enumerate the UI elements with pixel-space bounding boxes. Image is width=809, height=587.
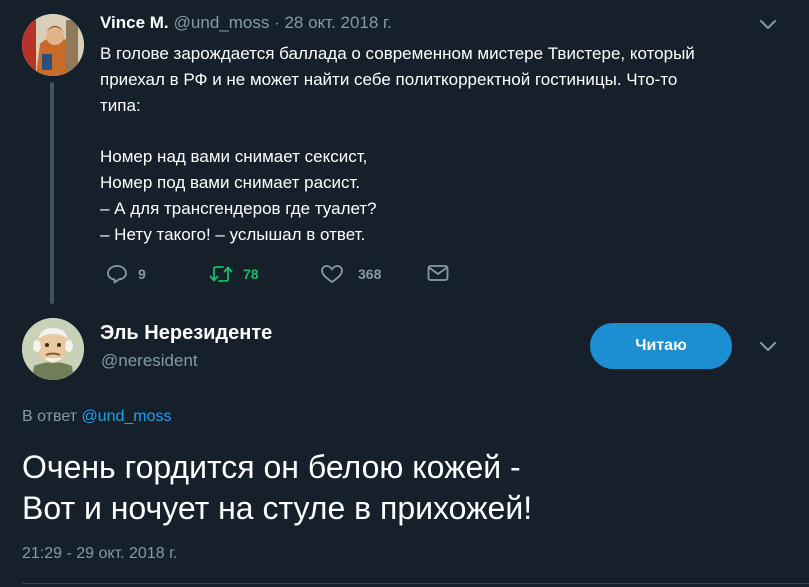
divider bbox=[22, 583, 809, 584]
parent-tweet[interactable]: Vince M. @und_moss · 28 окт. 2018 г. В г… bbox=[0, 0, 809, 310]
like-button[interactable]: 368 bbox=[320, 264, 381, 284]
tweet-timestamp[interactable]: 21:29 - 29 окт. 2018 г. bbox=[22, 545, 177, 563]
retweet-icon bbox=[209, 266, 233, 282]
author-handle-and-date[interactable]: @und_moss · 28 окт. 2018 г. bbox=[174, 13, 392, 33]
parent-tweet-text: В голове зарождается баллада о современн… bbox=[100, 41, 780, 247]
tweet-text-line bbox=[100, 118, 780, 144]
reply-mention-link[interactable]: @und_moss bbox=[81, 408, 171, 425]
reply-prefix: В ответ bbox=[22, 408, 78, 425]
following-button[interactable]: Читаю bbox=[590, 323, 732, 369]
reply-icon bbox=[107, 265, 127, 284]
like-count: 368 bbox=[358, 266, 382, 282]
author-name[interactable]: Vince M. bbox=[100, 13, 169, 33]
author-name[interactable]: Эль Нерезиденте bbox=[100, 322, 272, 345]
tweet-text-line: приехал в РФ и не может найти себе полит… bbox=[100, 69, 678, 89]
tweet-text-line: – А для трансгендеров где туалет? bbox=[100, 198, 377, 218]
direct-message-button[interactable] bbox=[427, 264, 449, 282]
tweet-text-line: Номер под вами снимает расист. bbox=[100, 172, 361, 192]
tweet-text-line: В голове зарождается баллада о современн… bbox=[100, 44, 695, 63]
replying-to: В ответ @und_moss bbox=[22, 408, 172, 426]
tweet-thread: Vince M. @und_moss · 28 окт. 2018 г. В г… bbox=[0, 0, 809, 587]
chevron-down-icon[interactable] bbox=[759, 341, 777, 353]
tweet-text-line: типа: bbox=[100, 95, 141, 115]
main-tweet-text: Очень гордится он белою кожей - Вот и но… bbox=[22, 447, 782, 529]
retweet-count: 78 bbox=[243, 266, 259, 282]
parent-tweet-header: Vince M. @und_moss · 28 окт. 2018 г. bbox=[100, 13, 392, 35]
reply-button[interactable]: 9 bbox=[106, 264, 146, 284]
tweet-text-line: Очень гордится он белою кожей - bbox=[22, 449, 521, 485]
chevron-down-icon[interactable] bbox=[759, 19, 777, 31]
retweet-button[interactable]: 78 bbox=[209, 264, 259, 284]
like-icon bbox=[321, 265, 343, 283]
tweet-text-line: – Нету такого! – услышал в ответ. bbox=[100, 224, 366, 244]
reply-count: 9 bbox=[138, 266, 146, 282]
avatar[interactable] bbox=[22, 14, 84, 76]
direct-message-icon bbox=[427, 265, 449, 281]
tweet-text-line: Вот и ночует на стуле в прихожей! bbox=[22, 490, 533, 526]
thread-connector bbox=[50, 82, 54, 304]
avatar[interactable] bbox=[22, 318, 84, 380]
author-handle[interactable]: @neresident bbox=[101, 351, 198, 371]
tweet-text-line: Номер над вами снимает сексист, bbox=[100, 147, 368, 167]
